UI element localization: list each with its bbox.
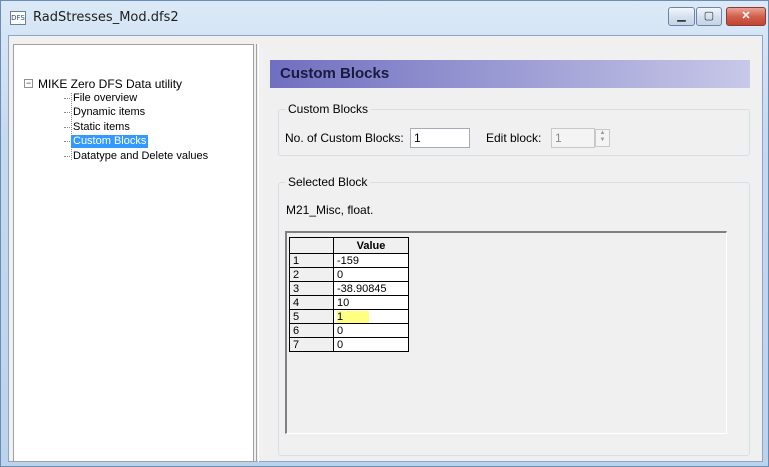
title-bar[interactable]: DFS RadStresses_Mod.dfs2 ▁ ▢ ✕ [1,1,768,34]
table-row: 1 -159 [289,253,409,268]
active-cell-highlight[interactable]: 1 [337,310,369,323]
page-header: Custom Blocks [270,60,750,88]
tree-item-static-items[interactable]: Static items [64,121,132,134]
collapse-icon[interactable]: − [24,79,33,88]
tree-item-file-overview[interactable]: File overview [64,92,139,105]
tree-dash [64,156,70,157]
tree-item-datatype-delete-values[interactable]: Datatype and Delete values [64,150,210,163]
table-row: 2 0 [289,267,409,282]
minimize-button[interactable]: ▁ [668,7,695,26]
value-cell-active[interactable]: 1 [333,309,409,324]
grid-header-row: Value [289,237,409,254]
column-header-value[interactable]: Value [333,237,409,254]
spin-up-icon[interactable]: ▲ [596,130,609,137]
value-cell[interactable]: 0 [333,337,409,352]
main-window: DFS RadStresses_Mod.dfs2 ▁ ▢ ✕ − MIKE Ze… [0,0,769,467]
tree-root-label[interactable]: MIKE Zero DFS Data utility [38,77,182,91]
edit-block-field[interactable]: 1 [551,128,595,148]
table-row: 3 -38.90845 [289,281,409,296]
block-count-label: No. of Custom Blocks: [285,131,404,145]
tree-dash [64,98,70,99]
row-header[interactable]: 7 [289,337,334,352]
edit-block-label: Edit block: [486,131,542,145]
tree-item-label: Custom Blocks [73,135,147,147]
value-cell[interactable]: -38.90845 [333,281,409,296]
page-title: Custom Blocks [280,65,390,82]
value-cell[interactable]: 0 [333,323,409,338]
close-button[interactable]: ✕ [726,7,766,26]
table-row: 7 0 [289,337,409,352]
tree-dash [64,141,70,142]
block-count-field[interactable]: 1 [410,128,470,148]
tree-item-dynamic-items[interactable]: Dynamic items [64,106,147,119]
spin-down-icon[interactable]: ▼ [596,137,609,144]
value-cell[interactable]: 0 [333,267,409,282]
value-cell[interactable]: 10 [333,295,409,310]
tree-item-custom-blocks[interactable]: Custom Blocks [64,135,149,148]
block-description: M21_Misc, float. [286,203,374,217]
group-legend: Custom Blocks [288,102,369,116]
tree-dash [64,127,70,128]
row-header[interactable]: 2 [289,267,334,282]
window-title: RadStresses_Mod.dfs2 [33,10,179,25]
tree-item-label: File overview [73,92,138,104]
tree-item-label: Dynamic items [73,106,146,118]
tree-item-label: Static items [73,121,130,133]
values-table: Value 1 -159 2 0 3 -38.90845 4 10 5 1 6 … [289,237,409,352]
maximize-button[interactable]: ▢ [696,7,722,26]
row-header[interactable]: 3 [289,281,334,296]
row-header[interactable]: 6 [289,323,334,338]
custom-blocks-group: Custom Blocks [278,102,750,156]
value-cell[interactable]: -159 [333,253,409,268]
row-header[interactable]: 5 [289,309,334,324]
table-row: 5 1 [289,309,409,324]
table-row: 4 10 [289,295,409,310]
tree-item-label: Datatype and Delete values [73,150,209,162]
row-header[interactable]: 4 [289,295,334,310]
navigation-tree: − MIKE Zero DFS Data utility File overvi… [13,44,254,462]
corner-cell[interactable] [289,237,334,254]
edit-block-spinner[interactable]: ▲ ▼ [595,129,610,147]
panel-splitter[interactable] [256,44,259,462]
row-header[interactable]: 1 [289,253,334,268]
tree-dash [64,112,70,113]
values-grid[interactable]: Value 1 -159 2 0 3 -38.90845 4 10 5 1 6 … [285,231,727,434]
table-row: 6 0 [289,323,409,338]
app-icon[interactable]: DFS [10,11,26,25]
group-legend: Selected Block [288,175,368,189]
